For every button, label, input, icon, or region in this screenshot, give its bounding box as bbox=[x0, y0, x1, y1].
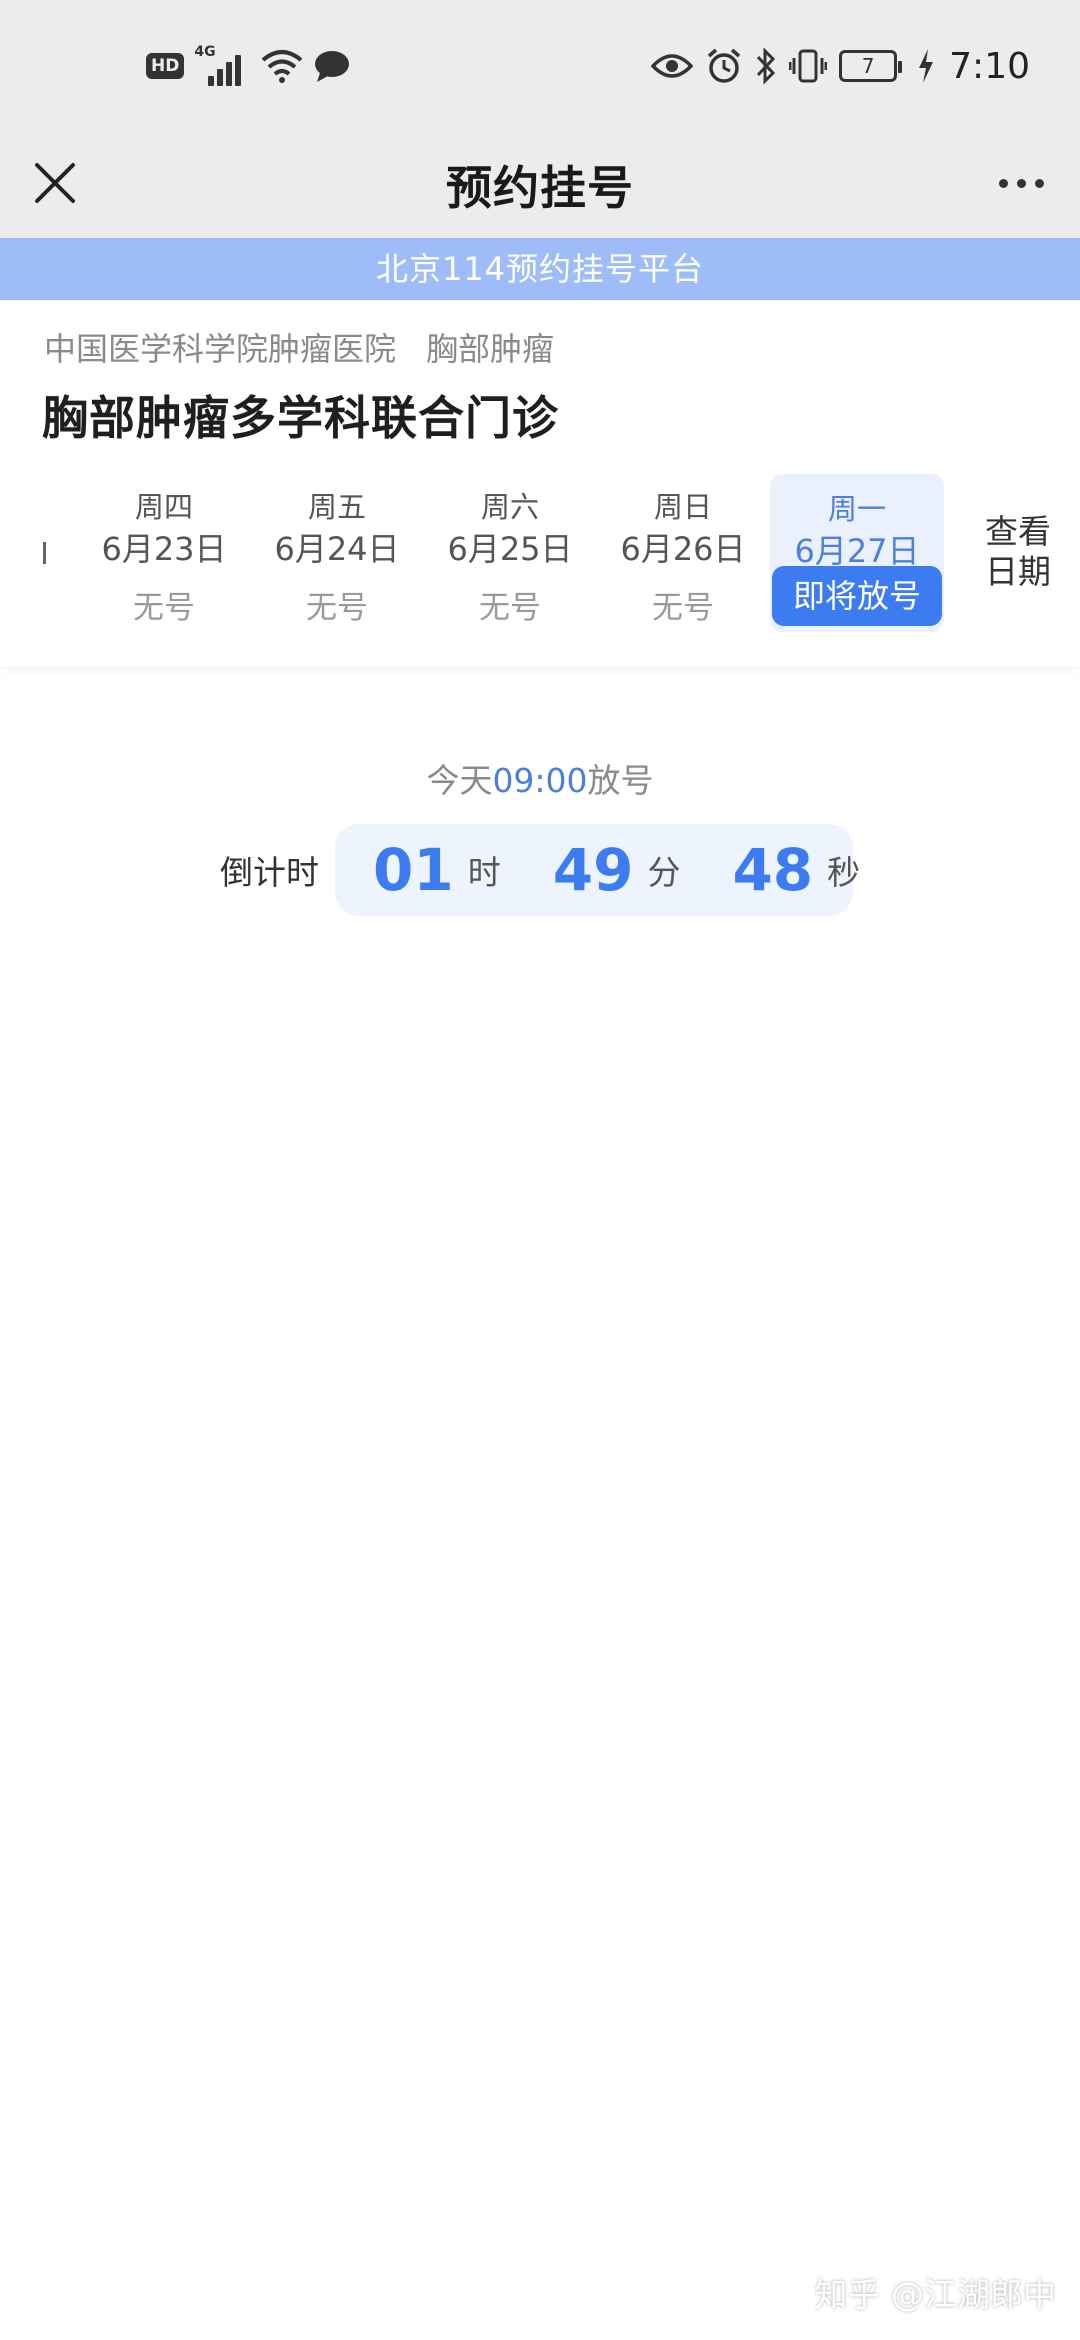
date-item[interactable]: 周五 6月24日 无号 bbox=[257, 472, 417, 632]
availability: 无号 bbox=[306, 590, 368, 626]
release-prefix: 今天 bbox=[426, 761, 493, 800]
minutes-unit: 分 bbox=[647, 853, 681, 892]
countdown-box: 01 时 49 分 48 秒 bbox=[335, 824, 860, 916]
scroll-indicator bbox=[43, 542, 46, 564]
hours-unit: 时 bbox=[467, 853, 501, 892]
platform-banner: 北京114预约挂号平台 bbox=[0, 238, 1080, 300]
countdown-seconds: 48 bbox=[732, 836, 814, 904]
availability: 无号 bbox=[479, 590, 541, 626]
date: 6月25日 bbox=[447, 530, 573, 568]
hospital-line: 中国医学科学院肿瘤医院 胸部肿瘤 bbox=[44, 324, 554, 370]
watermark: 知乎 @江湖郎中 bbox=[814, 2275, 1057, 2314]
date-item[interactable]: 周四 6月23日 无号 bbox=[84, 472, 244, 632]
upcoming-release-badge[interactable]: 即将放号 bbox=[772, 566, 942, 626]
availability: 无号 bbox=[133, 590, 195, 626]
availability: 无号 bbox=[652, 590, 714, 626]
weekday: 周六 bbox=[480, 490, 539, 524]
view-dates-line1: 查看 bbox=[985, 512, 1051, 551]
date: 6月26日 bbox=[620, 530, 746, 568]
date-item[interactable]: 周日 6月26日 无号 bbox=[603, 472, 763, 632]
weekday: 周一 bbox=[827, 492, 886, 526]
bluetooth-icon bbox=[757, 47, 776, 85]
clock: 7:10 bbox=[949, 45, 1030, 87]
cellular-signal-icon: 4G bbox=[194, 44, 250, 86]
date-strip[interactable]: 周四 6月23日 无号 周五 6月24日 无号 周六 6月25日 无号 周日 6… bbox=[0, 472, 1080, 650]
clinic-title: 胸部肿瘤多学科联合门诊 bbox=[42, 391, 559, 445]
countdown: 倒计时 01 时 49 分 48 秒 bbox=[220, 824, 860, 916]
date: 6月24日 bbox=[274, 530, 400, 568]
vibrate-icon bbox=[789, 49, 828, 83]
charging-icon bbox=[919, 49, 934, 83]
date-item-selected[interactable]: 周一 6月27日 即将放号 bbox=[770, 474, 944, 632]
view-dates-button[interactable]: 查看 日期 bbox=[970, 512, 1066, 592]
weekday: 周日 bbox=[653, 490, 712, 524]
hd-icon: HD bbox=[146, 53, 185, 79]
view-dates-line2: 日期 bbox=[985, 552, 1051, 591]
status-left: HD 4G bbox=[146, 44, 350, 86]
release-time: 09:00 bbox=[492, 761, 588, 800]
message-icon bbox=[315, 51, 350, 82]
seconds-unit: 秒 bbox=[827, 853, 861, 892]
page-title: 预约挂号 bbox=[446, 161, 634, 215]
title-bar: 预约挂号 bbox=[0, 132, 1080, 238]
battery-level: 7 bbox=[861, 54, 875, 78]
countdown-hours: 01 bbox=[373, 836, 454, 904]
release-suffix: 放号 bbox=[587, 761, 654, 800]
status-right: 7 7:10 bbox=[651, 44, 1030, 88]
date: 6月23日 bbox=[101, 530, 227, 568]
more-button[interactable] bbox=[990, 162, 1052, 204]
more-icon bbox=[998, 178, 1008, 188]
alarm-icon bbox=[708, 48, 741, 83]
department-card: 中国医学科学院肿瘤医院 胸部肿瘤 胸部肿瘤多学科联合门诊 周四 6月23日 无号… bbox=[0, 300, 1080, 666]
wifi-icon bbox=[262, 50, 303, 83]
countdown-label: 倒计时 bbox=[220, 853, 319, 892]
battery-icon: 7 bbox=[839, 50, 903, 82]
weekday: 周五 bbox=[307, 490, 366, 524]
department-name: 胸部肿瘤 bbox=[426, 330, 555, 368]
eye-icon bbox=[651, 54, 694, 78]
weekday: 周四 bbox=[134, 490, 193, 524]
date-item[interactable]: 周六 6月25日 无号 bbox=[430, 472, 590, 632]
release-time-info: 今天09:00放号 bbox=[0, 754, 1080, 802]
hospital-name: 中国医学科学院肿瘤医院 bbox=[44, 330, 397, 368]
status-bar: HD 4G 7 7:10 bbox=[0, 0, 1080, 132]
countdown-minutes: 49 bbox=[552, 836, 634, 904]
